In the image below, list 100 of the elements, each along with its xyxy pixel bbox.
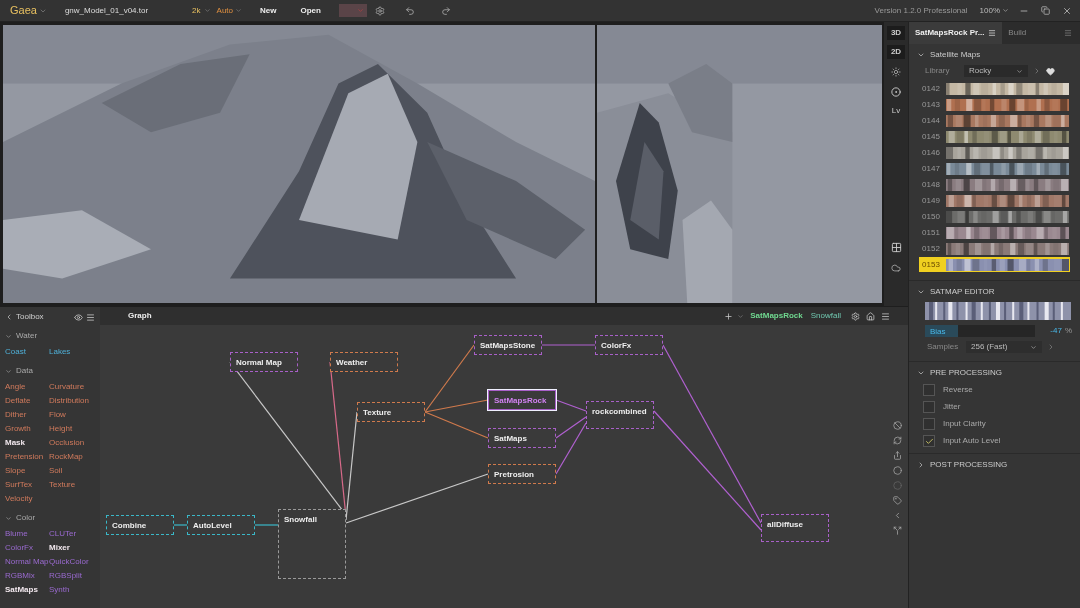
tool-item[interactable]: Pretension (5, 451, 49, 463)
map-row[interactable]: 0149 (919, 193, 1070, 208)
graph-node[interactable]: SatMapsRock (488, 390, 556, 410)
panel-tab[interactable]: Build (1002, 22, 1033, 44)
toolbar-button[interactable]: Open (294, 4, 327, 17)
tool-item[interactable]: Coast (5, 346, 49, 358)
settings-icon[interactable] (851, 311, 860, 321)
tool-item[interactable]: Deflate (5, 395, 49, 407)
view-mode-button[interactable]: 3D (887, 26, 905, 40)
resolution-dropdown[interactable]: 2k (192, 4, 211, 17)
mode-dropdown[interactable]: Auto (216, 4, 242, 17)
map-row[interactable]: 0142 (919, 81, 1070, 96)
tool-item[interactable]: Texture (49, 479, 95, 491)
tool-item[interactable]: Blume (5, 528, 49, 540)
tool-item[interactable]: ColorFx (5, 542, 49, 554)
export-icon[interactable] (893, 451, 902, 460)
gradient-swatch[interactable] (946, 162, 1069, 175)
graph-node[interactable]: AutoLevel (187, 515, 255, 535)
gradient-swatch[interactable] (946, 226, 1069, 239)
samples-dropdown[interactable]: 256 (Fast) (966, 341, 1042, 353)
graph-node[interactable]: Texture (357, 402, 425, 422)
settings-icon[interactable] (374, 5, 385, 16)
grid-icon[interactable] (890, 242, 902, 253)
disable-icon[interactable] (893, 421, 902, 430)
graph-node[interactable]: SatMapsStone (474, 335, 542, 355)
eye-icon[interactable] (74, 312, 83, 322)
gradient-swatch[interactable] (946, 242, 1069, 255)
zoom-dropdown[interactable]: 100% (979, 4, 1009, 17)
menu-icon[interactable] (881, 311, 890, 321)
close-icon[interactable] (1062, 5, 1072, 16)
graph-node[interactable]: rockcombined (586, 401, 654, 429)
split-icon[interactable] (893, 526, 902, 535)
checkbox[interactable] (923, 418, 935, 430)
checkbox[interactable] (923, 435, 935, 447)
collapse-icon[interactable] (893, 511, 902, 520)
tool-item[interactable]: Lakes (49, 346, 95, 358)
tag-icon[interactable] (893, 496, 902, 505)
app-menu[interactable]: Gaea (10, 2, 47, 19)
gradient-swatch[interactable] (946, 258, 1069, 271)
panel-tab[interactable]: SatMapsRock Pr... (909, 22, 1003, 44)
graph-tab[interactable]: Graph (128, 310, 152, 322)
restore-icon[interactable] (1041, 6, 1050, 15)
target-icon[interactable] (891, 87, 901, 97)
caret-icon[interactable] (917, 369, 925, 377)
tool-item[interactable]: Distribution (49, 395, 95, 407)
caret-icon[interactable] (917, 51, 925, 59)
undo-icon[interactable] (404, 5, 415, 16)
bias-slider[interactable]: Bias (925, 325, 1035, 337)
back-icon[interactable] (5, 313, 13, 321)
toolbar-button[interactable]: New (254, 4, 283, 17)
map-row[interactable]: 0144 (919, 113, 1070, 128)
next-icon[interactable] (1033, 67, 1041, 75)
tool-item[interactable]: RGBMix (5, 570, 49, 582)
gradient-swatch[interactable] (946, 114, 1069, 127)
map-row[interactable]: 0143 (919, 97, 1070, 112)
graph-node[interactable]: Weather (330, 352, 398, 372)
map-row[interactable]: 0152 (919, 241, 1070, 256)
tool-item[interactable]: Slope (5, 465, 49, 477)
tool-item[interactable]: Velocity (5, 493, 49, 505)
graph-node[interactable]: Normal Map (230, 352, 298, 372)
tool-item[interactable]: Synth (49, 584, 95, 596)
map-row[interactable]: 0151 (919, 225, 1070, 240)
tool-item[interactable]: RockMap (49, 451, 95, 463)
tool-item[interactable]: Mask (5, 437, 49, 449)
cloud-icon[interactable] (891, 263, 901, 273)
menu-icon[interactable] (86, 312, 95, 322)
graph-node[interactable]: Pretrosion (488, 464, 556, 484)
gradient-swatch[interactable] (946, 98, 1069, 111)
tool-item[interactable]: CLUTer (49, 528, 95, 540)
checkbox[interactable] (923, 401, 935, 413)
caret-icon[interactable] (917, 288, 925, 296)
view-mode-button[interactable]: 2D (887, 45, 905, 59)
gradient-swatch[interactable] (946, 194, 1069, 207)
tool-item[interactable]: Growth (5, 423, 49, 435)
active-node-label[interactable]: SatMapsRock (750, 310, 803, 322)
tool-item[interactable]: Mixer (49, 542, 95, 554)
tool-item[interactable]: SatMaps (5, 584, 49, 596)
map-row[interactable]: 0153 (919, 257, 1070, 272)
tool-item[interactable]: Curvature (49, 381, 95, 393)
tool-item[interactable]: Soil (49, 465, 95, 477)
tool-item[interactable]: Flow (49, 409, 95, 421)
tool-item[interactable]: QuickColor (49, 556, 95, 568)
gradient-swatch[interactable] (946, 178, 1069, 191)
map-row[interactable]: 0150 (919, 209, 1070, 224)
gradient-swatch[interactable] (946, 210, 1069, 223)
add-icon[interactable] (724, 311, 734, 321)
next-icon[interactable] (1047, 343, 1055, 351)
library-dropdown[interactable]: Rocky (964, 65, 1028, 77)
map-row[interactable]: 0148 (919, 177, 1070, 192)
sun-icon[interactable] (891, 67, 901, 77)
tool-item[interactable]: Dither (5, 409, 49, 421)
checkbox[interactable] (923, 384, 935, 396)
secondary-node-label[interactable]: Snowfall (810, 310, 841, 322)
tool-item[interactable]: Normal Map (5, 556, 49, 568)
tool-item[interactable]: Angle (5, 381, 49, 393)
level-button[interactable]: Lv (891, 105, 901, 117)
caret-icon[interactable] (917, 461, 925, 469)
tool-item[interactable]: Occlusion (49, 437, 95, 449)
tool-item[interactable]: Height (49, 423, 95, 435)
home-icon[interactable] (866, 311, 875, 321)
